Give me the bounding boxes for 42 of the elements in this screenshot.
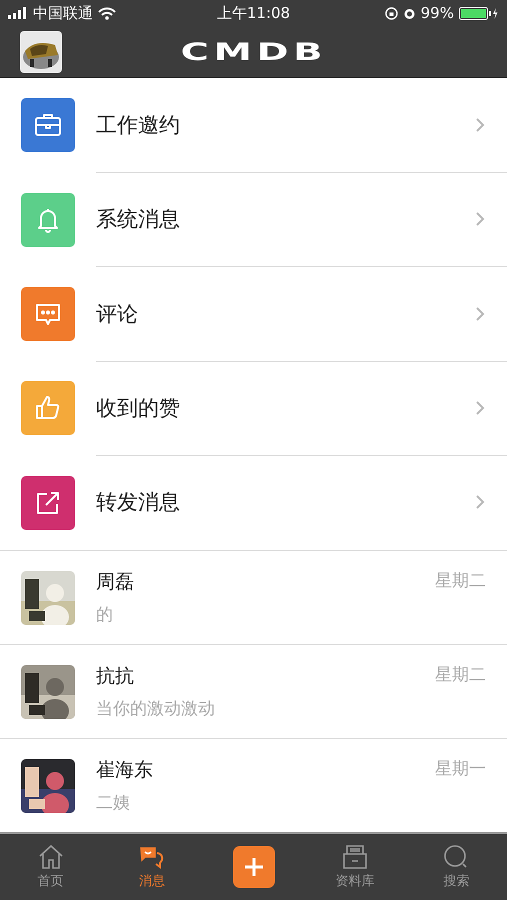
menu-label: 转发消息 bbox=[96, 489, 180, 516]
add-button[interactable] bbox=[232, 846, 275, 888]
contact-name: 崔海东 bbox=[96, 758, 153, 783]
chevron-right-icon bbox=[475, 400, 485, 416]
app-logo: CMDB bbox=[180, 38, 327, 66]
chevron-right-icon bbox=[475, 494, 485, 510]
menu-item[interactable]: 评论 bbox=[0, 266, 507, 362]
menu-item[interactable]: 工作邀约 bbox=[0, 78, 507, 172]
menu-item[interactable]: 收到的赞 bbox=[0, 361, 507, 456]
menu-label: 工作邀约 bbox=[96, 112, 180, 139]
chevron-right-icon bbox=[475, 306, 485, 322]
message-preview: 的 bbox=[96, 604, 114, 626]
menu-item[interactable]: 转发消息 bbox=[0, 456, 507, 550]
chat-item[interactable]: 抗抗 星期二 当你的激动激动 bbox=[0, 644, 507, 738]
chevron-right-icon bbox=[475, 116, 485, 133]
message-time: 星期二 bbox=[435, 664, 486, 687]
status-time: 上午11:08 bbox=[216, 4, 290, 23]
signal-icon bbox=[8, 7, 28, 20]
chat-item[interactable]: 周磊 星期二 的 bbox=[0, 550, 507, 644]
menu-label: 系统消息 bbox=[96, 206, 180, 234]
message-time: 星期一 bbox=[435, 758, 486, 781]
drawer-icon bbox=[340, 844, 369, 870]
tab-item[interactable]: 资料库 bbox=[304, 834, 406, 900]
menu-item[interactable]: 系统消息 bbox=[0, 172, 507, 267]
tab-item[interactable]: 搜索 bbox=[406, 834, 507, 900]
rotation-lock-icon bbox=[384, 6, 398, 20]
message-preview: 当你的激动激动 bbox=[96, 698, 216, 720]
battery-charging-icon bbox=[458, 6, 499, 20]
home-icon bbox=[36, 844, 65, 870]
carrier-name: 中国联通 bbox=[33, 4, 93, 23]
message-preview: 二姨 bbox=[96, 792, 131, 814]
battery-percent: 99% bbox=[420, 4, 454, 22]
chevron-right-icon bbox=[475, 211, 485, 228]
menu-label: 收到的赞 bbox=[96, 394, 180, 422]
plus-icon bbox=[242, 856, 265, 878]
message-time: 星期二 bbox=[435, 570, 486, 593]
contact-name: 抗抗 bbox=[96, 664, 134, 689]
tab-item[interactable]: 消息 bbox=[101, 834, 203, 900]
wifi-icon bbox=[98, 6, 116, 20]
menu-label: 评论 bbox=[96, 300, 138, 328]
tab-item[interactable]: 首页 bbox=[0, 834, 102, 900]
contact-name: 周磊 bbox=[96, 570, 134, 595]
